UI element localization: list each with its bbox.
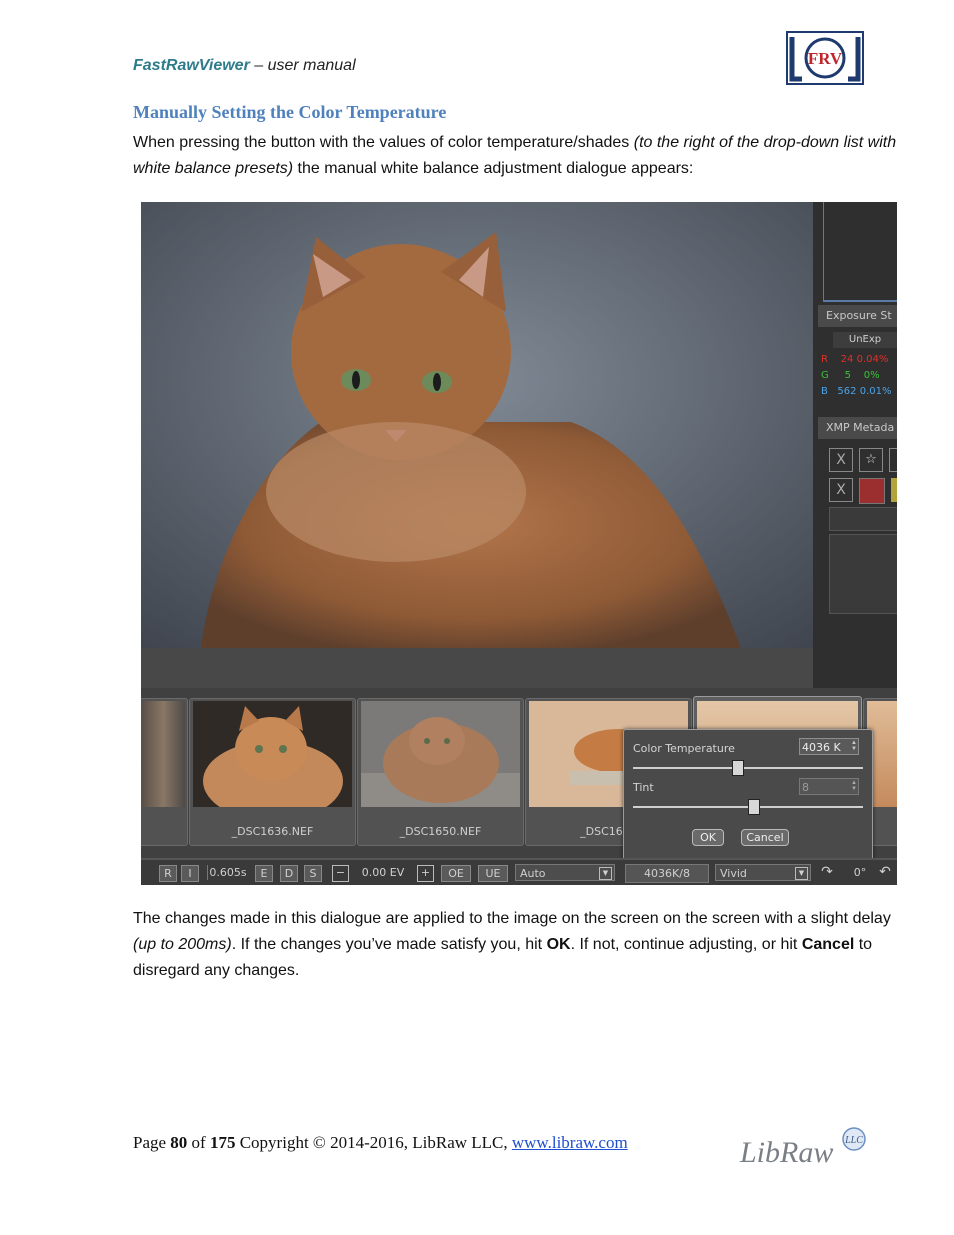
document-header: FastRawViewer – user manual bbox=[133, 57, 356, 75]
chevron-down-icon[interactable]: ▼ bbox=[795, 867, 808, 880]
rotate-right-icon[interactable]: ↷ bbox=[819, 863, 835, 881]
stats-row-g: G 5 0% bbox=[821, 368, 880, 384]
status-r-button[interactable]: R bbox=[159, 865, 177, 882]
libraw-logo: LibRaw LLC bbox=[739, 1127, 866, 1169]
section-title: Manually Setting the Color Temperature bbox=[133, 102, 447, 122]
status-s-button[interactable]: S bbox=[304, 865, 322, 882]
star-icon[interactable]: ☆ bbox=[859, 448, 883, 472]
status-bar: R I 0.605s E D S − 0.00 EV + OE UE Auto … bbox=[141, 858, 897, 885]
wb-preset-value: Auto bbox=[520, 867, 546, 880]
libraw-logo-text: LibRaw bbox=[739, 1136, 833, 1169]
stats-row-b: B 562 0.01% bbox=[821, 384, 891, 400]
profile-select[interactable]: Vivid ▼ bbox=[715, 864, 811, 881]
thumb-image bbox=[193, 701, 352, 807]
body-ok: OK bbox=[546, 936, 571, 953]
ok-button[interactable]: OK bbox=[692, 829, 724, 846]
thumb-filename: _DSC1636.NEF bbox=[231, 825, 314, 838]
unexp-column: UnExp bbox=[833, 332, 897, 348]
rating-button-partial[interactable] bbox=[889, 448, 897, 472]
overexposure-button[interactable]: OE bbox=[441, 865, 471, 882]
intro-text: When pressing the button with the values… bbox=[133, 134, 634, 151]
wb-value-button[interactable]: 4036K/8 bbox=[625, 864, 709, 883]
footer-copyright: Copyright © 2014-2016, LibRaw LLC, bbox=[235, 1133, 512, 1152]
stat-ch-b: B bbox=[821, 386, 828, 397]
cancel-button[interactable]: Cancel bbox=[741, 829, 789, 846]
exposure-stats-title[interactable]: Exposure St bbox=[818, 305, 897, 327]
color-temperature-label: Color Temperature bbox=[633, 742, 735, 755]
stat-v2-b: 0.01% bbox=[859, 386, 892, 397]
libraw-logo-badge: LLC bbox=[844, 1135, 863, 1146]
reject-x-button[interactable]: X bbox=[829, 448, 853, 472]
rotation-value: 0° bbox=[853, 866, 867, 879]
stat-v1-g: 5 bbox=[844, 370, 852, 381]
thumb-filename: _DSC1650.NEF bbox=[399, 825, 482, 838]
profile-value: Vivid bbox=[720, 867, 747, 880]
xmp-textarea[interactable] bbox=[829, 534, 897, 614]
body-paragraph: The changes made in this dialogue are ap… bbox=[133, 906, 908, 984]
wb-preset-select[interactable]: Auto ▼ bbox=[515, 864, 615, 881]
photo-bottom-bar bbox=[141, 648, 813, 688]
filmstrip-thumb[interactable]: _DSC1650.NEF bbox=[357, 698, 524, 846]
shutter-speed: 0.605s bbox=[207, 865, 248, 880]
stat-v2-r: 0.04% bbox=[856, 354, 889, 365]
libraw-link[interactable]: www.libraw.com bbox=[512, 1133, 628, 1152]
red-label-button[interactable] bbox=[859, 478, 885, 504]
temperature-slider-handle[interactable] bbox=[731, 760, 744, 776]
main-photo bbox=[141, 202, 813, 648]
page-footer: Page 80 of 175 Copyright © 2014-2016, Li… bbox=[133, 1133, 628, 1153]
body-cancel: Cancel bbox=[801, 936, 855, 953]
body-text-b: . If the changes you’ve made satisfy you… bbox=[231, 936, 547, 953]
frv-logo-text: FRV bbox=[808, 49, 843, 68]
app-screenshot: Exposure St UnExp R 24 0.04% G 5 0% B 56… bbox=[141, 202, 897, 885]
intro-paragraph: When pressing the button with the values… bbox=[133, 130, 908, 182]
yellow-label-button[interactable] bbox=[891, 478, 897, 502]
frv-logo: FRV bbox=[786, 31, 864, 85]
exposure-value: 0.00 EV bbox=[361, 866, 405, 879]
tint-spin-icon[interactable]: ▲ ▼ bbox=[850, 780, 858, 793]
body-text-c: . If not, continue adjusting, or hit bbox=[570, 936, 802, 953]
page-number: 80 bbox=[170, 1133, 188, 1152]
temperature-slider-track[interactable] bbox=[633, 767, 863, 769]
status-d-button[interactable]: D bbox=[280, 865, 298, 882]
filmstrip-thumb[interactable]: _DSC1636.NEF bbox=[189, 698, 356, 846]
tint-slider-handle[interactable] bbox=[747, 799, 760, 815]
header-subtitle: – user manual bbox=[249, 57, 356, 74]
footer-of: of bbox=[187, 1133, 210, 1152]
right-panel: Exposure St UnExp R 24 0.04% G 5 0% B 56… bbox=[813, 202, 897, 697]
temperature-spin-icon[interactable]: ▲ ▼ bbox=[850, 740, 858, 753]
rotate-left-icon[interactable]: ↶ bbox=[877, 863, 893, 881]
stat-v2-g: 0% bbox=[863, 370, 880, 381]
body-text-a: The changes made in this dialogue are ap… bbox=[133, 910, 891, 927]
stat-ch-g: G bbox=[821, 370, 829, 381]
stats-row-r: R 24 0.04% bbox=[821, 352, 888, 368]
status-i-button[interactable]: I bbox=[181, 865, 199, 882]
header-brand: FastRawViewer bbox=[133, 57, 250, 74]
exposure-minus-button[interactable]: − bbox=[332, 865, 349, 882]
xmp-metadata-title[interactable]: XMP Metada bbox=[818, 417, 897, 439]
exposure-plus-button[interactable]: + bbox=[417, 865, 434, 882]
clear-label-x-button[interactable]: X bbox=[829, 478, 853, 502]
thumb-image bbox=[361, 701, 520, 807]
stat-v1-b: 562 bbox=[837, 386, 857, 397]
status-e-button[interactable]: E bbox=[255, 865, 273, 882]
xmp-field[interactable] bbox=[829, 507, 897, 531]
total-pages: 175 bbox=[209, 1133, 236, 1152]
filmstrip-thumb[interactable] bbox=[141, 698, 188, 846]
body-italic: (up to 200ms) bbox=[133, 936, 232, 953]
histogram bbox=[823, 202, 897, 302]
stat-v1-r: 24 bbox=[840, 354, 854, 365]
intro-text-end: the manual white balance adjustment dial… bbox=[293, 160, 694, 177]
thumb-image bbox=[142, 701, 185, 807]
underexposure-button[interactable]: UE bbox=[478, 865, 508, 882]
wb-dialog: Color Temperature 4036 K ▲ ▼ Tint 8 ▲ ▼ OK… bbox=[623, 729, 873, 863]
footer-page-prefix: Page bbox=[133, 1133, 171, 1152]
stat-ch-r: R bbox=[821, 354, 828, 365]
chevron-down-icon[interactable]: ▼ bbox=[599, 867, 612, 880]
tint-label: Tint bbox=[633, 781, 654, 794]
